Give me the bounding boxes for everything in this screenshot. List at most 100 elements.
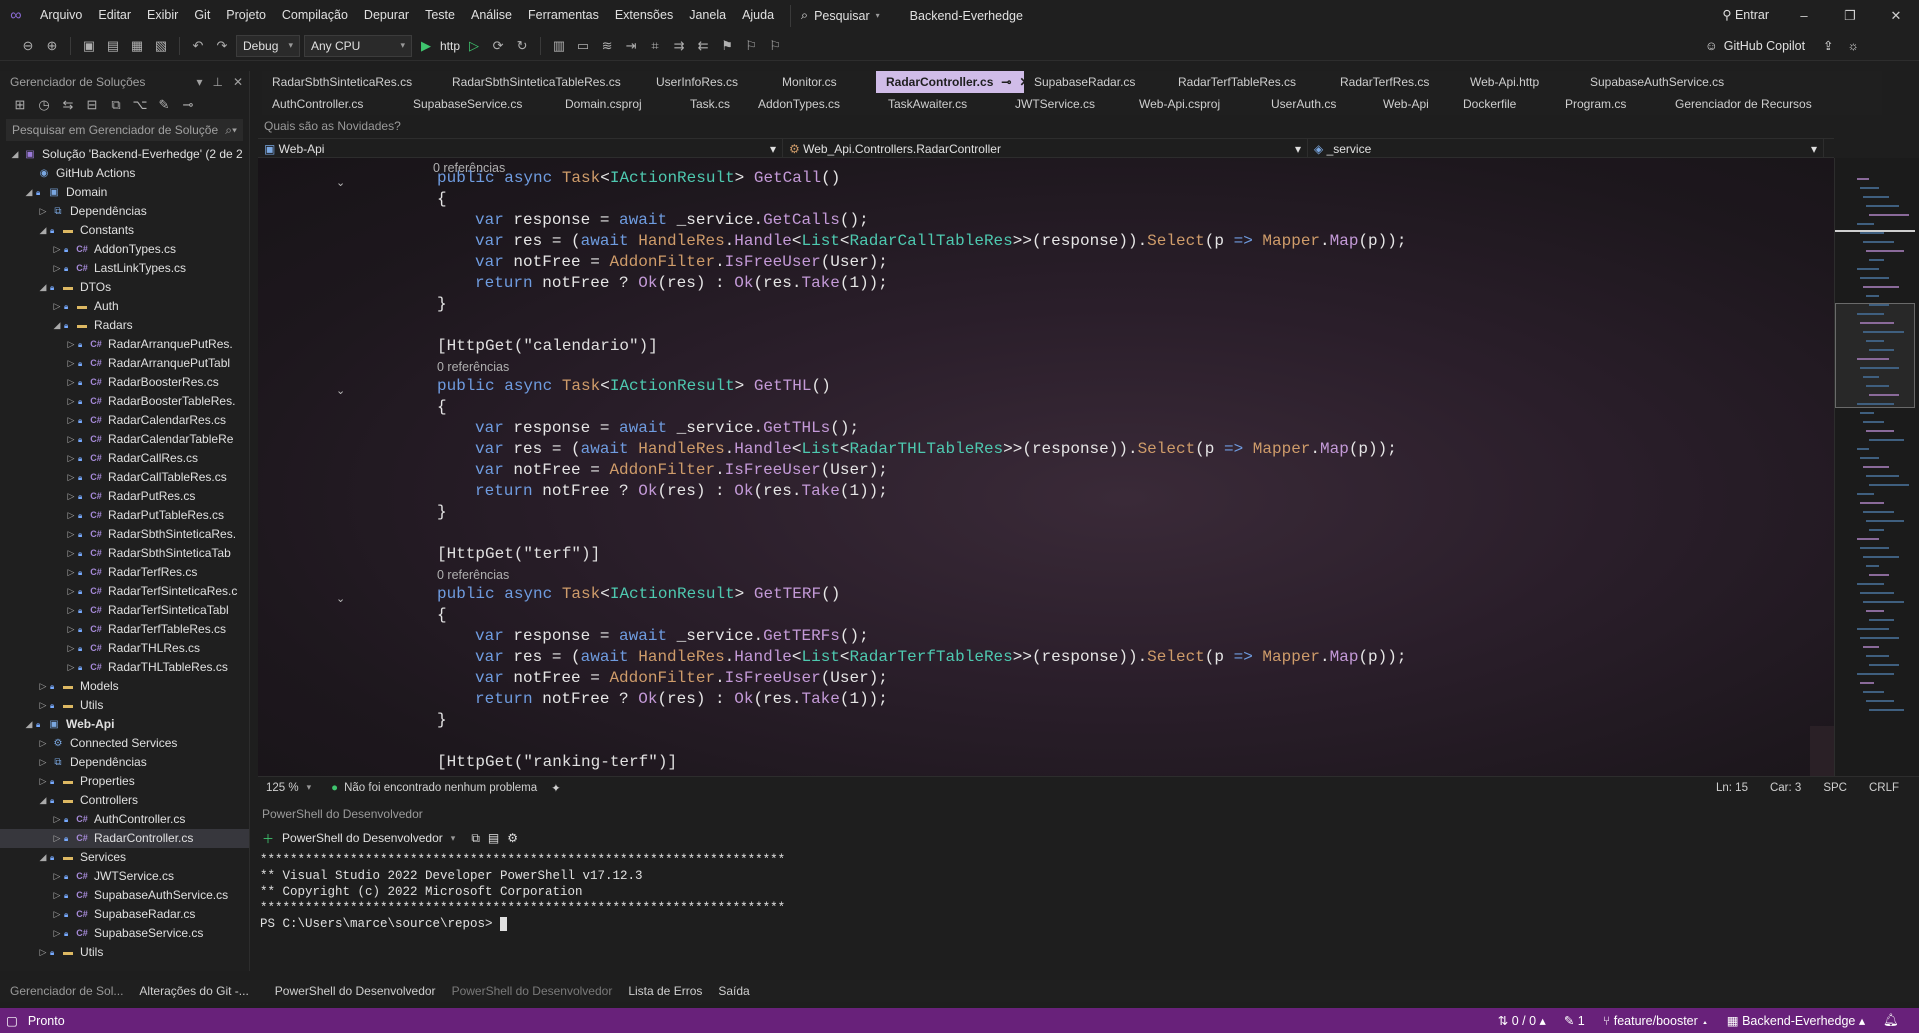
format-icon[interactable]: ≋ <box>597 36 617 56</box>
show-files-icon[interactable]: ⧉ <box>106 95 126 115</box>
expanded-arrow-icon[interactable]: ◢ <box>36 278 50 297</box>
collapsed-arrow-icon[interactable]: ▷ <box>64 582 78 601</box>
minimize-button[interactable]: – <box>1781 0 1827 31</box>
document-tab[interactable]: JWTService.cs <box>1005 93 1129 115</box>
copy-icon[interactable]: ⧉ <box>471 831 480 846</box>
filter-icon[interactable]: ⌥ <box>130 95 150 115</box>
tree-item[interactable]: ▷ 🔒︎ C# RadarBoosterTableRes. <box>0 392 249 411</box>
tree-item[interactable]: ◢ 🔒︎ ▣ Domain <box>0 183 249 202</box>
tree-item[interactable]: ▷ 🔒︎ ▬ Models <box>0 677 249 696</box>
preview-icon[interactable]: ⊸ <box>178 95 198 115</box>
tree-item[interactable]: ▷ 🔒︎ C# RadarTerfSinteticaTabl <box>0 601 249 620</box>
tree-item[interactable]: ▷ ⚙ Connected Services <box>0 734 249 753</box>
collapsed-arrow-icon[interactable]: ▷ <box>36 677 50 696</box>
expanded-arrow-icon[interactable]: ◢ <box>8 145 22 164</box>
minimap[interactable] <box>1834 158 1919 776</box>
collapsed-arrow-icon[interactable]: ▷ <box>50 867 64 886</box>
collapsed-arrow-icon[interactable]: ▷ <box>64 487 78 506</box>
collapsed-arrow-icon[interactable]: ▷ <box>64 373 78 392</box>
collapsed-arrow-icon[interactable]: ▷ <box>64 430 78 449</box>
document-tab[interactable]: SupabaseRadar.cs <box>1024 71 1168 93</box>
sync-status[interactable]: ⇅ 0 / 0 ▴ <box>1498 1013 1546 1028</box>
tree-item[interactable]: ◢ 🔒︎ ▬ DTOs <box>0 278 249 297</box>
collapsed-arrow-icon[interactable]: ▷ <box>64 468 78 487</box>
collapsed-arrow-icon[interactable]: ▷ <box>50 924 64 943</box>
branch-selector[interactable]: ⑂ feature/booster ▴ <box>1603 1014 1709 1028</box>
tree-item[interactable]: ▷ 🔒︎ ▬ Utils <box>0 696 249 715</box>
redo-icon[interactable]: ↷ <box>212 36 232 56</box>
spacing-indicator[interactable]: SPC <box>1823 782 1847 794</box>
issues-status[interactable]: Não foi encontrado nenhum problema <box>344 782 537 794</box>
menu-item[interactable]: Editar <box>90 0 139 31</box>
dropdown-icon[interactable]: ▾ <box>196 71 202 93</box>
layout-icon[interactable]: ▥ <box>549 36 569 56</box>
undo-icon[interactable]: ↶ <box>188 36 208 56</box>
menu-item[interactable]: Análise <box>463 0 520 31</box>
expanded-arrow-icon[interactable]: ◢ <box>36 221 50 240</box>
tree-item[interactable]: ▷ 🔒︎ C# RadarArranquePutTabl <box>0 354 249 373</box>
menu-item[interactable]: Arquivo <box>32 0 90 31</box>
menu-item[interactable]: Extensões <box>607 0 681 31</box>
code-lens[interactable]: 0 referências <box>437 565 509 586</box>
run-without-debug-icon[interactable]: ▷ <box>464 36 484 56</box>
copilot-button[interactable]: ☺ GitHub Copilot ⇪ ☼ <box>1705 31 1859 61</box>
tree-item[interactable]: ▷ 🔒︎ C# SupabaseService.cs <box>0 924 249 943</box>
menu-item[interactable]: Compilação <box>274 0 356 31</box>
restore-button[interactable]: ❐ <box>1827 0 1873 31</box>
tree-item[interactable]: ▷ 🔒︎ C# RadarTerfTableRes.cs <box>0 620 249 639</box>
collapsed-arrow-icon[interactable]: ▷ <box>50 829 64 848</box>
bookmark-next-icon[interactable]: ⚐ <box>765 36 785 56</box>
terminal-profile-select[interactable]: PowerShell do Desenvolvedor <box>282 831 443 845</box>
pin-icon[interactable]: ⊥ <box>212 71 222 93</box>
tree-item[interactable]: ▷ 🔒︎ ▬ Properties <box>0 772 249 791</box>
tree-item[interactable]: ▷ 🔒︎ C# SupabaseAuthService.cs <box>0 886 249 905</box>
menu-item[interactable]: Projeto <box>218 0 274 31</box>
document-tab[interactable]: RadarTerfRes.cs <box>1330 71 1460 93</box>
collapsed-arrow-icon[interactable]: ▷ <box>36 202 50 221</box>
notifications-icon[interactable]: 🔔︎ <box>1883 1013 1899 1028</box>
tree-item[interactable]: ◢ 🔒︎ ▬ Radars <box>0 316 249 335</box>
paste-icon[interactable]: ▤ <box>488 831 499 845</box>
document-tab[interactable]: UserInfoRes.cs <box>646 71 772 93</box>
tree-item[interactable]: ▷ 🔒︎ C# RadarCalendarRes.cs <box>0 411 249 430</box>
document-tab[interactable]: Gerenciador de Recursos <box>1665 93 1825 115</box>
collapsed-arrow-icon[interactable]: ▷ <box>50 240 64 259</box>
collapsed-arrow-icon[interactable]: ▷ <box>50 905 64 924</box>
step-icon[interactable]: ⇥ <box>621 36 641 56</box>
document-tab[interactable]: Domain.csproj <box>555 93 680 115</box>
new-item-icon[interactable]: ▣ <box>79 36 99 56</box>
close-icon[interactable]: ✕ <box>233 71 243 93</box>
outdent-icon[interactable]: ⇇ <box>693 36 713 56</box>
collapsed-arrow-icon[interactable]: ▷ <box>64 525 78 544</box>
collapse-all-icon[interactable]: ⊟ <box>82 95 102 115</box>
refresh-icon[interactable]: ↻ <box>512 36 532 56</box>
tree-item[interactable]: ▷ 🔒︎ C# RadarCallRes.cs <box>0 449 249 468</box>
collapsed-arrow-icon[interactable]: ▷ <box>50 297 64 316</box>
document-tab[interactable]: TaskAwaiter.cs <box>878 93 1005 115</box>
whats-new-bar[interactable]: Quais são as Novidades? <box>262 116 1919 136</box>
project-combo[interactable]: ▣ Web-Api ▾ <box>258 139 783 159</box>
settings-gear-icon[interactable]: ⚙ <box>507 831 518 845</box>
collapsed-arrow-icon[interactable]: ▷ <box>64 506 78 525</box>
tool-window-tab[interactable]: Alterações do Git -... <box>131 984 256 998</box>
expanded-arrow-icon[interactable]: ◢ <box>50 316 64 335</box>
platform-select[interactable]: Any CPU ▾ <box>304 34 412 57</box>
collapsed-arrow-icon[interactable]: ▷ <box>36 772 50 791</box>
document-tab[interactable]: RadarSbthSinteticaRes.cs <box>262 71 442 93</box>
collapsed-arrow-icon[interactable]: ▷ <box>50 886 64 905</box>
tree-item[interactable]: ▷ 🔒︎ C# JWTService.cs <box>0 867 249 886</box>
collapsed-arrow-icon[interactable]: ▷ <box>36 753 50 772</box>
tree-item[interactable]: ▷ 🔒︎ C# RadarTHLTableRes.cs <box>0 658 249 677</box>
menu-item[interactable]: Exibir <box>139 0 186 31</box>
indent-icon[interactable]: ⇉ <box>669 36 689 56</box>
save-all-icon[interactable]: ▧ <box>151 36 171 56</box>
menu-item[interactable]: Ferramentas <box>520 0 607 31</box>
tree-item[interactable]: ▷ 🔒︎ C# RadarBoosterRes.cs <box>0 373 249 392</box>
close-window-button[interactable]: ✕ <box>1873 0 1919 31</box>
collapsed-arrow-icon[interactable]: ▷ <box>64 411 78 430</box>
collapsed-arrow-icon[interactable]: ▷ <box>64 620 78 639</box>
tree-item[interactable]: ▷ 🔒︎ C# RadarTerfRes.cs <box>0 563 249 582</box>
collapsed-arrow-icon[interactable]: ▷ <box>64 658 78 677</box>
collapsed-arrow-icon[interactable]: ▷ <box>64 544 78 563</box>
tree-item[interactable]: ◢ 🔒︎ ▣ Web-Api <box>0 715 249 734</box>
